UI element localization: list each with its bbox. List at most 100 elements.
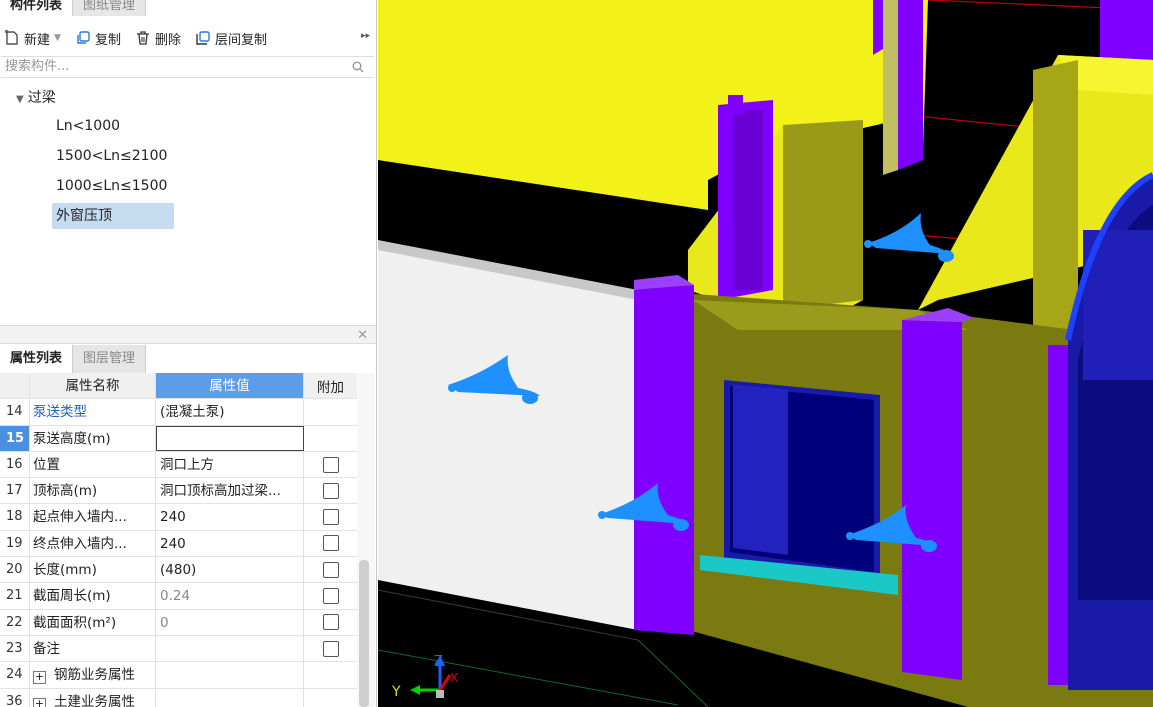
copy-icon xyxy=(77,31,90,44)
property-name-text: 顶标高(m) xyxy=(33,483,98,500)
component-toolbar: 新建 ▼ 复制 删除 层间复制 ▸▸ xyxy=(0,20,376,56)
dropdown-arrow-icon[interactable]: ▼ xyxy=(54,33,61,43)
tab-drawing-management[interactable]: 图纸管理 xyxy=(73,0,147,16)
extra-checkbox[interactable] xyxy=(322,614,339,631)
tree-item[interactable]: Ln<1000 xyxy=(52,113,124,139)
property-value[interactable]: 240 xyxy=(156,530,304,557)
extra-checkbox[interactable] xyxy=(322,535,339,552)
property-value[interactable]: 洞口顶标高加过梁... xyxy=(156,478,304,504)
property-name-text: 泵送类型 xyxy=(33,404,87,421)
new-button[interactable]: 新建 ▼ xyxy=(4,29,61,48)
table-row[interactable]: 18 起点伸入墙内... 240 xyxy=(0,504,357,531)
extra-checkbox[interactable] xyxy=(322,509,339,526)
property-name: 备注 xyxy=(30,635,156,662)
property-name: 顶标高(m) xyxy=(30,478,156,504)
extra-cell xyxy=(304,636,357,661)
floor-copy-icon xyxy=(196,31,210,45)
table-row[interactable]: 36 + 土建业务属性 xyxy=(0,688,357,707)
scrollbar-thumb[interactable] xyxy=(359,560,369,707)
extra-cell xyxy=(304,504,357,529)
copy-button[interactable]: 复制 xyxy=(75,29,121,48)
axis-z-label: Z xyxy=(434,654,443,669)
floor-copy-label: 层间复制 xyxy=(214,32,267,48)
search-icon[interactable] xyxy=(352,61,364,73)
property-value[interactable] xyxy=(156,688,304,707)
property-value[interactable]: 0 xyxy=(156,609,304,635)
table-row[interactable]: 21 截面周长(m) 0.24 xyxy=(0,583,357,610)
extra-cell xyxy=(304,662,357,687)
property-name-text: 备注 xyxy=(33,640,60,657)
extra-checkbox[interactable] xyxy=(322,561,339,578)
copy-label: 复制 xyxy=(94,32,121,48)
extra-checkbox[interactable] xyxy=(322,588,339,605)
row-number: 20 xyxy=(0,557,30,583)
row-number: 14 xyxy=(0,399,30,425)
3d-scene[interactable]: Y Z X xyxy=(378,0,1153,707)
trash-icon xyxy=(136,31,149,45)
property-name: 终点伸入墙内... xyxy=(30,530,156,557)
expand-plus-icon[interactable]: + xyxy=(33,697,46,707)
extra-checkbox[interactable] xyxy=(322,482,339,499)
tab-component-list[interactable]: 构件列表 xyxy=(0,0,74,16)
tab-layer-management[interactable]: 图层管理 xyxy=(73,345,147,373)
row-number: 21 xyxy=(0,583,30,609)
tree-root-lintel[interactable]: ▼ 过梁 xyxy=(16,87,56,107)
property-value[interactable]: 洞口上方 xyxy=(156,451,304,478)
table-row[interactable]: 22 截面面积(m²) 0 xyxy=(0,609,357,636)
front-wall xyxy=(378,245,638,630)
table-row[interactable]: 15 泵送高度(m) xyxy=(0,425,357,452)
table-row[interactable]: 19 终点伸入墙内... 240 xyxy=(0,530,357,558)
table-row[interactable]: 20 长度(mm) (480) xyxy=(0,557,357,584)
property-value[interactable]: (混凝土泵) xyxy=(156,399,304,425)
collapse-caret-icon[interactable]: ▼ xyxy=(16,94,24,105)
property-value[interactable] xyxy=(156,425,304,451)
expand-plus-icon[interactable]: + xyxy=(33,671,46,685)
delete-button[interactable]: 删除 xyxy=(135,29,181,48)
search-placeholder: 搜索构件... xyxy=(5,59,70,74)
table-row[interactable]: 17 顶标高(m) 洞口顶标高加过梁... xyxy=(0,478,357,505)
grid-header: 属性名称 属性值 附加 xyxy=(0,373,357,400)
row-number: 23 xyxy=(0,635,30,662)
new-label: 新建 xyxy=(24,32,51,48)
more-tools-icon[interactable]: ▸▸ xyxy=(361,31,370,41)
extra-checkbox[interactable] xyxy=(322,456,339,473)
property-name: 截面周长(m) xyxy=(30,583,156,609)
row-number: 18 xyxy=(0,504,30,530)
property-name[interactable]: + 土建业务属性 xyxy=(30,688,156,707)
property-name-text: 长度(mm) xyxy=(33,562,97,579)
tree-item[interactable]: 1500<Ln≤2100 xyxy=(52,143,171,169)
3d-viewport[interactable]: Y Z X xyxy=(378,0,1153,707)
close-icon[interactable]: ✕ xyxy=(357,328,368,343)
row-number: 15 xyxy=(0,425,30,451)
table-row[interactable]: 24 + 钢筋业务属性 xyxy=(0,662,357,689)
tree-item-selected[interactable]: 外窗压顶 xyxy=(52,203,174,229)
extra-cell xyxy=(304,557,357,582)
floor-copy-button[interactable]: 层间复制 xyxy=(195,29,267,48)
property-grid: 属性名称 属性值 附加 14 泵送类型 (混凝土泵) 15 泵送高度(m) 16 位置 洞口上… xyxy=(0,373,357,707)
property-name: 泵送类型 xyxy=(30,399,156,425)
property-value[interactable]: 240 xyxy=(156,504,304,530)
property-name-text: 钢筋业务属性 xyxy=(54,667,135,684)
table-row[interactable]: 23 备注 xyxy=(0,635,357,663)
property-value[interactable]: 0.24 xyxy=(156,583,304,609)
panel-splitter[interactable]: ✕ xyxy=(0,326,376,344)
row-number: 36 xyxy=(0,688,30,707)
extra-cell xyxy=(304,426,357,451)
extra-checkbox[interactable] xyxy=(322,640,339,657)
table-row[interactable]: 16 位置 洞口上方 xyxy=(0,451,357,479)
property-name: 长度(mm) xyxy=(30,557,156,583)
property-name[interactable]: + 钢筋业务属性 xyxy=(30,662,156,688)
property-tabs: 属性列表 图层管理 xyxy=(0,345,147,373)
property-value[interactable] xyxy=(156,635,304,662)
property-value[interactable] xyxy=(156,662,304,688)
property-name-text: 土建业务属性 xyxy=(54,693,135,707)
search-input[interactable]: 搜索构件... xyxy=(1,56,374,78)
tab-property-list[interactable]: 属性列表 xyxy=(0,345,74,373)
row-number: 22 xyxy=(0,609,30,635)
new-file-icon xyxy=(5,30,18,45)
property-value[interactable]: (480) xyxy=(156,557,304,583)
property-name-text: 泵送高度(m) xyxy=(33,430,111,447)
property-name-text: 终点伸入墙内... xyxy=(33,535,127,552)
table-row[interactable]: 14 泵送类型 (混凝土泵) xyxy=(0,399,357,426)
tree-item[interactable]: 1000≤Ln≤1500 xyxy=(52,173,171,199)
